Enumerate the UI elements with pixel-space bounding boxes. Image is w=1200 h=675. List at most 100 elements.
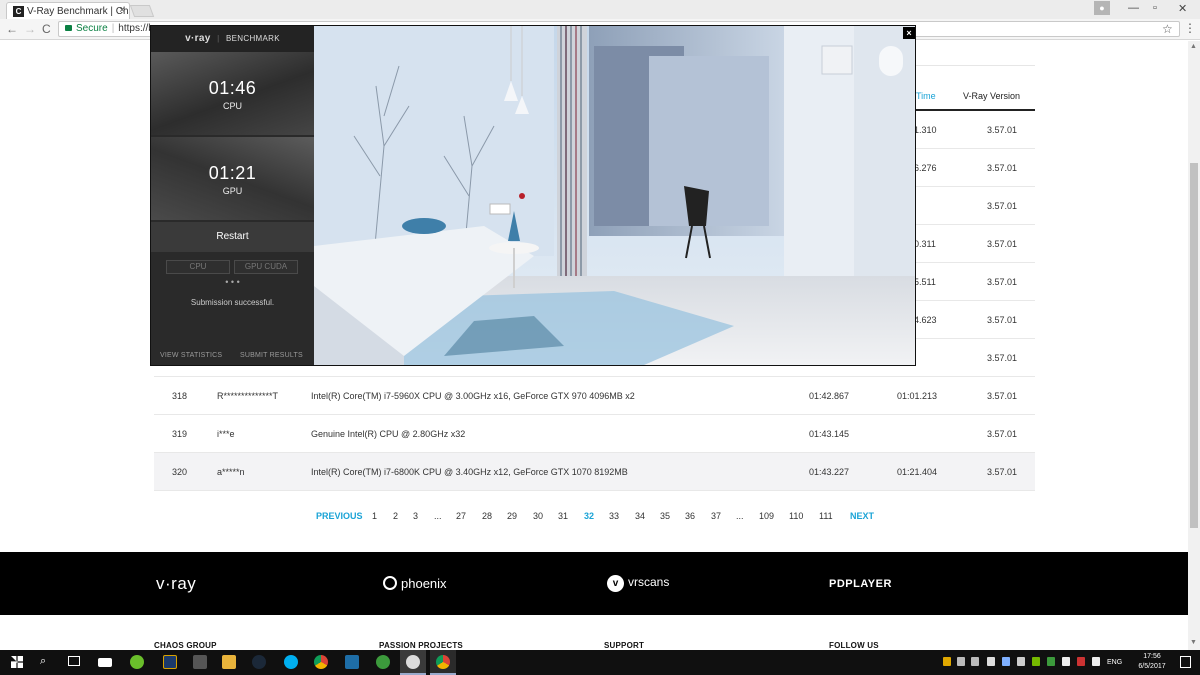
page-link[interactable]: 33	[609, 511, 619, 521]
clock-time[interactable]: 17:56	[1132, 653, 1172, 660]
browser-tab[interactable]: C V-Ray Benchmark | Chao ×	[6, 2, 130, 19]
page-link[interactable]: 35	[660, 511, 670, 521]
restore-button[interactable]: ▫	[1153, 2, 1157, 14]
tray-icon[interactable]	[971, 657, 979, 666]
cpu-result-panel: 01:46 CPU	[151, 52, 314, 135]
chrome-taskbar-item[interactable]	[430, 650, 456, 675]
gpu-cuda-mode-button[interactable]: GPU CUDA	[234, 260, 298, 274]
version-cell: 3.57.01	[987, 353, 1018, 363]
page-link[interactable]: 28	[482, 511, 492, 521]
tray-icon[interactable]	[987, 657, 995, 666]
previous-page-link[interactable]: PREVIOUS	[316, 511, 363, 521]
windows-start-icon[interactable]	[11, 656, 23, 668]
user-cell: a*****n	[217, 467, 245, 477]
file-explorer-icon[interactable]	[222, 655, 236, 669]
submit-results-link[interactable]: SUBMIT RESULTS	[240, 352, 303, 359]
column-header-vray-version[interactable]: V-Ray Version	[963, 91, 1020, 101]
page-link[interactable]: 36	[685, 511, 695, 521]
browser-menu-icon[interactable]: ⋮	[1184, 21, 1196, 35]
language-indicator[interactable]: ENG	[1107, 659, 1122, 666]
page-link[interactable]: 2	[393, 511, 398, 521]
footer-heading: PASSION PROJECTS	[379, 641, 463, 650]
modal-close-button[interactable]: ×	[903, 27, 915, 39]
scrollbar-thumb[interactable]	[1190, 163, 1198, 528]
page-link[interactable]: 3	[413, 511, 418, 521]
reload-button[interactable]: C	[42, 22, 51, 36]
scroll-down-icon[interactable]: ▼	[1190, 639, 1197, 646]
page-link[interactable]: 37	[711, 511, 721, 521]
cpu-label: CPU	[222, 101, 242, 111]
render-preview-image	[314, 26, 915, 365]
window-close-button[interactable]: ✕	[1178, 2, 1187, 15]
search-icon[interactable]: ⌕	[40, 655, 46, 668]
page-link[interactable]: 110	[789, 511, 803, 521]
column-header-time[interactable]: Time	[916, 91, 936, 101]
tray-icon[interactable]	[1047, 657, 1055, 666]
tab-close-icon[interactable]: ×	[119, 5, 125, 16]
page-link[interactable]: 31	[558, 511, 568, 521]
cpu-time-cell: 01:42.867	[809, 391, 850, 401]
vrscans-logo[interactable]: v vrscans	[607, 575, 669, 592]
tray-icon[interactable]	[943, 657, 951, 666]
mail-icon[interactable]	[98, 658, 112, 667]
back-button[interactable]: ←	[6, 22, 18, 36]
tray-icon[interactable]	[1002, 657, 1010, 666]
gpu-label: GPU	[222, 186, 243, 196]
tray-icon[interactable]	[1077, 657, 1085, 666]
network-icon[interactable]	[1062, 657, 1070, 666]
profile-icon[interactable]: ●	[1094, 1, 1110, 15]
vray-logo: v·ray	[185, 33, 211, 44]
secure-label: Secure	[76, 23, 108, 34]
bookmark-star-icon[interactable]: ☆	[1162, 22, 1173, 36]
gpu-time-cell: 01:01.213	[897, 391, 938, 401]
view-statistics-link[interactable]: VIEW STATISTICS	[160, 352, 222, 359]
page-link[interactable]: 111	[819, 511, 833, 521]
cpu-mode-button[interactable]: CPU	[166, 260, 230, 274]
app-icon[interactable]	[376, 655, 390, 669]
pdplayer-logo[interactable]: PDPLAYER	[829, 578, 892, 590]
cpu-time: 01:46	[208, 78, 257, 98]
page-link[interactable]: 29	[507, 511, 517, 521]
time-cell: 0.311	[914, 239, 936, 249]
vray-logo[interactable]: v·ray	[156, 574, 196, 594]
restart-button[interactable]: Restart	[151, 222, 314, 252]
forward-button[interactable]: →	[24, 22, 36, 36]
hearthstone-launcher-icon[interactable]	[163, 655, 177, 669]
page-link[interactable]: 27	[456, 511, 466, 521]
chrome-icon[interactable]	[314, 655, 328, 669]
hardware-cell: Intel(R) Core(TM) i7-5960X CPU @ 3.00GHz…	[311, 391, 635, 401]
version-cell: 3.57.01	[987, 429, 1018, 439]
next-page-link[interactable]: NEXT	[850, 511, 874, 521]
gpu-time-cell: 01:21.404	[897, 467, 938, 477]
app-icon[interactable]	[193, 655, 207, 669]
task-view-icon[interactable]	[68, 656, 80, 666]
skype-icon[interactable]	[284, 655, 298, 669]
notifications-icon[interactable]	[1180, 656, 1191, 668]
app-icon[interactable]	[345, 655, 359, 669]
page-link[interactable]: 1	[372, 511, 377, 521]
page-scrollbar[interactable]: ▲ ▼	[1188, 41, 1200, 650]
page-link[interactable]: 30	[533, 511, 543, 521]
utorrent-icon[interactable]	[130, 655, 144, 669]
gpu-time: 01:21	[208, 163, 257, 183]
benchmark-modal: v·ray | BENCHMARK 01:46 CPU 01:21 GPU Re…	[151, 26, 915, 365]
page-link[interactable]: 109	[759, 511, 774, 521]
new-tab-button[interactable]	[129, 5, 155, 17]
minimize-button[interactable]: —	[1128, 2, 1139, 14]
phoenix-icon	[383, 576, 397, 590]
benchmark-sidebar: v·ray | BENCHMARK 01:46 CPU 01:21 GPU Re…	[151, 26, 314, 365]
tray-icon[interactable]	[1017, 657, 1025, 666]
page-link[interactable]: 34	[635, 511, 645, 521]
chrome-icon	[436, 655, 450, 669]
volume-icon[interactable]	[1092, 657, 1100, 666]
footer-heading: CHAOS GROUP	[154, 641, 217, 650]
steam-icon[interactable]	[252, 655, 266, 669]
current-page-link[interactable]: 32	[584, 511, 594, 521]
vray-benchmark-taskbar-item[interactable]	[400, 650, 426, 675]
scroll-up-icon[interactable]: ▲	[1190, 43, 1197, 50]
phoenix-logo[interactable]: phoenix	[383, 576, 447, 591]
benchmark-label: BENCHMARK	[226, 34, 280, 43]
clock-date[interactable]: 6/5/2017	[1132, 663, 1172, 670]
tray-icon[interactable]	[957, 657, 965, 666]
nvidia-tray-icon[interactable]	[1032, 657, 1040, 666]
